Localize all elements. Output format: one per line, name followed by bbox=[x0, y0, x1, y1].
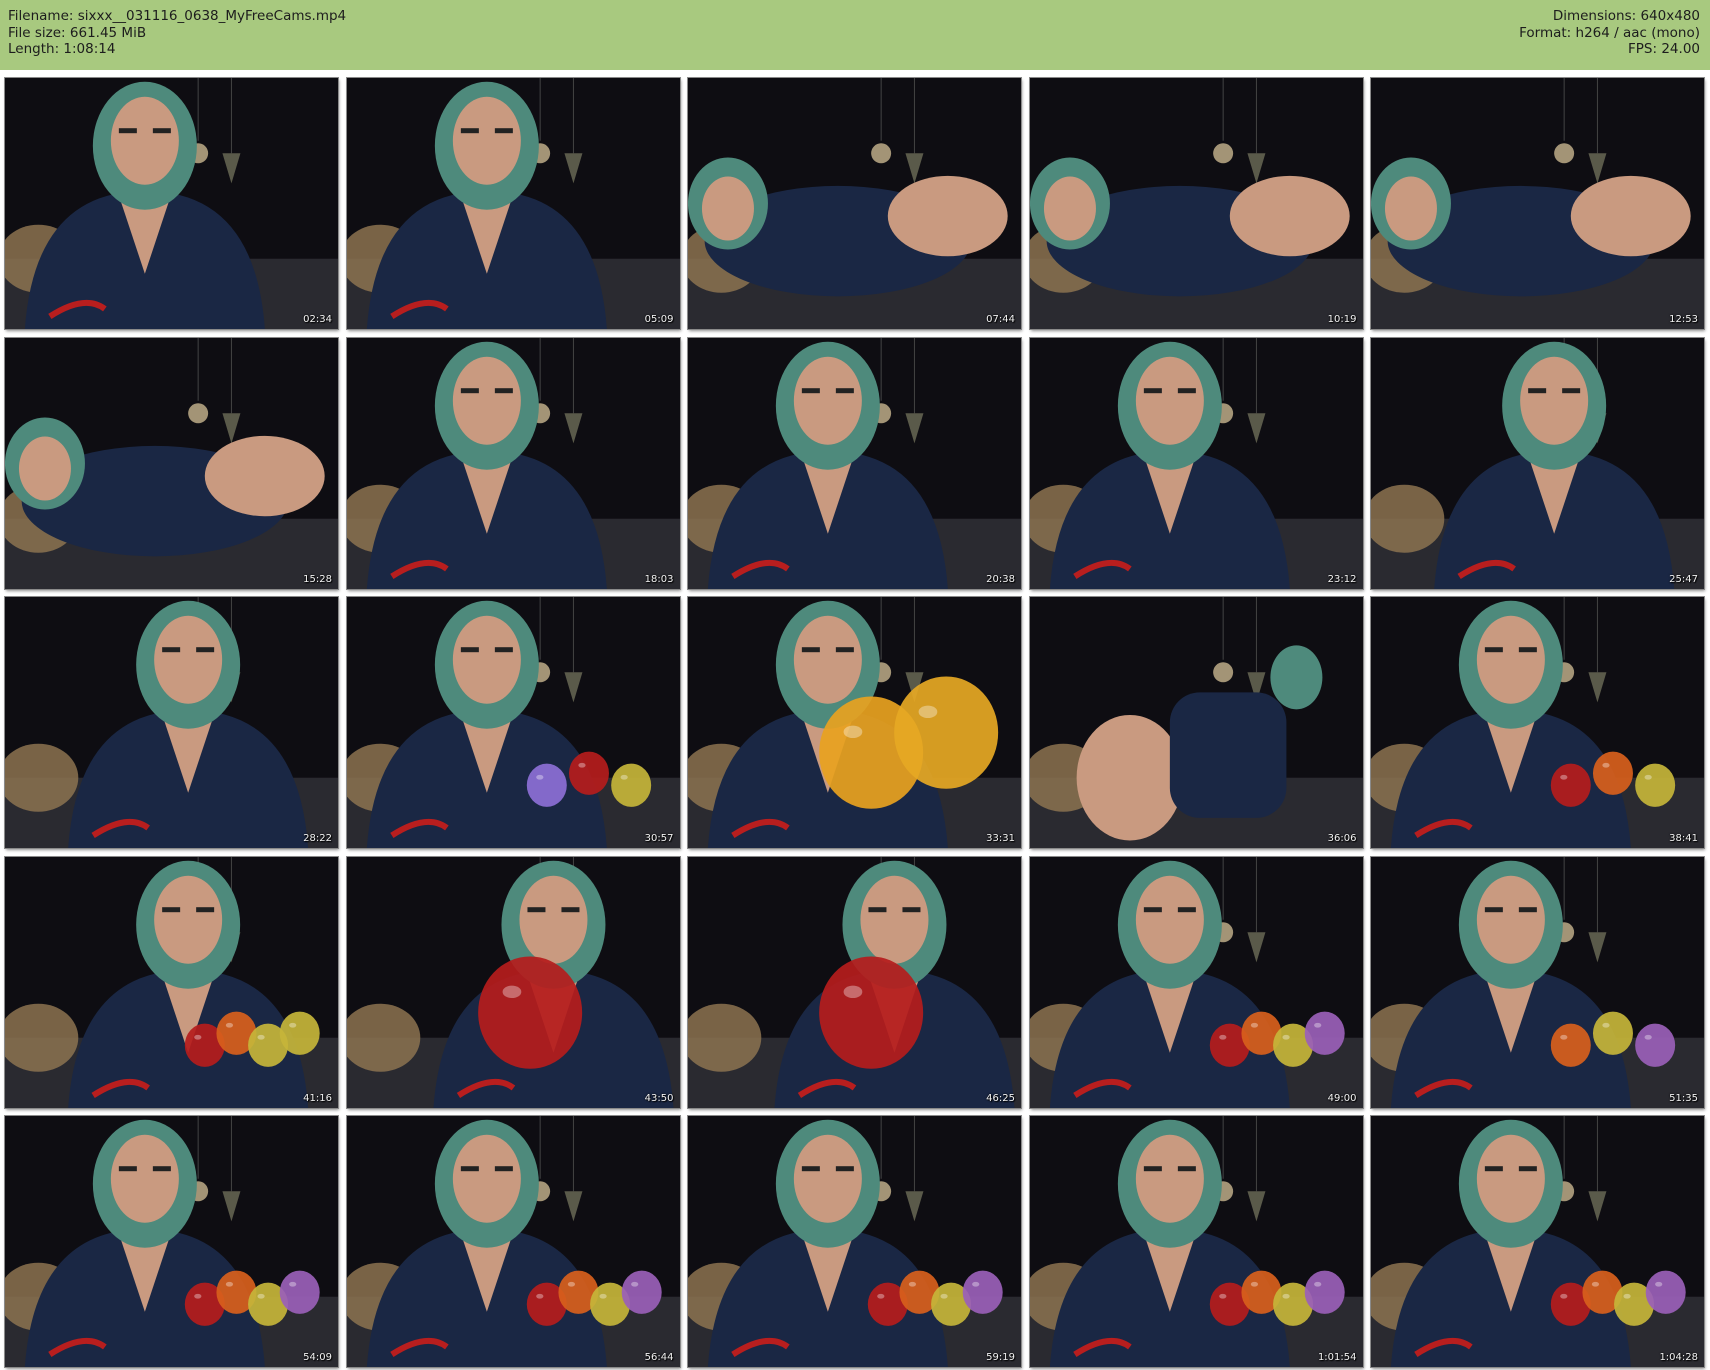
filename-value: sixxx__031116_0638_MyFreeCams.mp4 bbox=[77, 8, 347, 24]
thumbnail-frame-art bbox=[1029, 78, 1363, 329]
thumbnail-timestamp: 38:41 bbox=[1669, 833, 1698, 844]
thumbnail-frame-art bbox=[1029, 1116, 1363, 1367]
dimensions-value: 640x480 bbox=[1640, 8, 1700, 24]
video-thumbnail: 23:12 bbox=[1029, 337, 1363, 589]
video-thumbnail: 59:19 bbox=[688, 1116, 1021, 1367]
video-thumbnail: 1:01:54 bbox=[1029, 1116, 1363, 1367]
thumbnail-frame-art bbox=[1029, 337, 1363, 589]
thumbnail-timestamp: 15:28 bbox=[303, 573, 332, 585]
video-thumbnail: 10:19 bbox=[1029, 78, 1363, 329]
video-thumbnail: 38:41 bbox=[1371, 597, 1704, 848]
thumbnail-frame-art bbox=[1371, 597, 1704, 848]
thumbnail-timestamp: 59:19 bbox=[986, 1352, 1015, 1363]
filesize-value: 661.45 MiB bbox=[69, 24, 147, 41]
thumbnail-timestamp: 28:22 bbox=[303, 833, 332, 844]
thumbnail-timestamp: 1:01:54 bbox=[1317, 1352, 1357, 1363]
thumbnail-frame-art bbox=[688, 597, 1021, 848]
thumbnail-frame-art bbox=[1371, 78, 1704, 329]
thumbnail-timestamp: 36:06 bbox=[1327, 833, 1357, 844]
video-thumbnail: 30:57 bbox=[346, 597, 680, 848]
thumbnail-frame-art bbox=[346, 1116, 680, 1367]
fps-value: 24.00 bbox=[1661, 41, 1700, 57]
video-thumbnail: 41:16 bbox=[5, 856, 338, 1108]
thumbnail-frame-art bbox=[346, 78, 680, 329]
video-thumbnail: 07:44 bbox=[688, 78, 1021, 329]
thumbnail-timestamp: 41:16 bbox=[303, 1092, 332, 1104]
thumbnail-frame-art bbox=[1371, 1116, 1704, 1367]
thumbnail-frame-art bbox=[688, 856, 1021, 1108]
video-thumbnail: 46:25 bbox=[688, 856, 1021, 1108]
thumbnail-frame-art bbox=[346, 597, 680, 848]
video-thumbnail: 54:09 bbox=[5, 1116, 338, 1367]
thumbnail-frame-art bbox=[5, 597, 338, 848]
video-thumbnail: 12:53 bbox=[1371, 78, 1704, 329]
video-thumbnail: 36:06 bbox=[1029, 597, 1363, 848]
thumbnail-timestamp: 1:04:28 bbox=[1659, 1352, 1698, 1363]
filename-label: Filename: bbox=[8, 8, 74, 24]
thumbnail-timestamp: 05:09 bbox=[644, 314, 674, 325]
thumbnail-timestamp: 56:44 bbox=[644, 1352, 674, 1363]
metadata-left: Filename: sixxx__031116_0638_MyFreeCams.… bbox=[8, 8, 346, 58]
thumbnail-timestamp: 33:31 bbox=[986, 833, 1015, 844]
filesize-label: File size: bbox=[8, 24, 66, 41]
thumbnail-frame-art bbox=[5, 78, 338, 329]
thumbnail-frame-art bbox=[1029, 597, 1363, 848]
video-thumbnail: 28:22 bbox=[5, 597, 338, 848]
dimensions-label: Dimensions: bbox=[1552, 8, 1637, 24]
video-thumbnail: 51:35 bbox=[1371, 856, 1704, 1108]
thumbnail-frame-art bbox=[688, 1116, 1021, 1367]
thumbnail-timestamp: 43:50 bbox=[644, 1092, 674, 1104]
format-label: Format: bbox=[1519, 24, 1572, 41]
thumbnail-frame-art bbox=[688, 78, 1021, 329]
thumbnail-frame-art bbox=[346, 856, 680, 1108]
length-label: Length: bbox=[8, 41, 60, 57]
metadata-right: Dimensions: 640x480 Format: h264 / aac (… bbox=[1519, 8, 1700, 58]
thumbnail-frame-art bbox=[5, 337, 338, 589]
thumbnail-frame-art bbox=[5, 856, 338, 1108]
thumbnail-timestamp: 51:35 bbox=[1669, 1092, 1698, 1104]
video-thumbnail: 02:34 bbox=[5, 78, 338, 329]
video-thumbnail: 43:50 bbox=[346, 856, 680, 1108]
thumbnail-timestamp: 20:38 bbox=[986, 573, 1015, 585]
thumbnail-frame-art bbox=[1029, 856, 1363, 1108]
video-thumbnail: 15:28 bbox=[5, 337, 338, 589]
thumbnail-timestamp: 30:57 bbox=[644, 833, 674, 844]
thumbnail-frame-art bbox=[1371, 856, 1704, 1108]
thumbnail-frame-art bbox=[688, 337, 1021, 589]
thumbnail-timestamp: 07:44 bbox=[986, 314, 1015, 325]
format-value: h264 / aac (mono) bbox=[1575, 24, 1700, 41]
length-value: 1:08:14 bbox=[63, 41, 116, 57]
thumbnail-timestamp: 18:03 bbox=[644, 573, 674, 585]
video-thumbnail: 49:00 bbox=[1029, 856, 1363, 1108]
thumbnail-timestamp: 02:34 bbox=[303, 314, 332, 325]
video-thumbnail: 05:09 bbox=[346, 78, 680, 329]
thumbnail-timestamp: 23:12 bbox=[1327, 573, 1357, 585]
thumbnail-timestamp: 49:00 bbox=[1327, 1092, 1357, 1104]
video-thumbnail: 56:44 bbox=[346, 1116, 680, 1367]
fps-label: FPS: bbox=[1628, 41, 1658, 57]
video-thumbnail: 20:38 bbox=[688, 337, 1021, 589]
thumbnail-timestamp: 10:19 bbox=[1327, 314, 1357, 325]
video-thumbnail: 33:31 bbox=[688, 597, 1021, 848]
thumbnail-timestamp: 54:09 bbox=[303, 1352, 332, 1363]
thumbnail-timestamp: 25:47 bbox=[1669, 573, 1698, 585]
thumbnail-frame-art bbox=[1371, 337, 1704, 589]
video-thumbnail: 18:03 bbox=[346, 337, 680, 589]
thumbnail-frame-art bbox=[346, 337, 680, 589]
thumbnail-timestamp: 12:53 bbox=[1669, 314, 1698, 325]
thumbnail-timestamp: 46:25 bbox=[986, 1092, 1015, 1104]
thumbnail-grid: 02:34 05:09 07:44 10:19 12:53 15:28 18:03 20:38… bbox=[5, 78, 1705, 1367]
metadata-header: Filename: sixxx__031116_0638_MyFreeCams.… bbox=[0, 0, 1710, 70]
video-thumbnail: 1:04:28 bbox=[1371, 1116, 1704, 1367]
thumbnail-frame-art bbox=[5, 1116, 338, 1367]
video-thumbnail: 25:47 bbox=[1371, 337, 1704, 589]
